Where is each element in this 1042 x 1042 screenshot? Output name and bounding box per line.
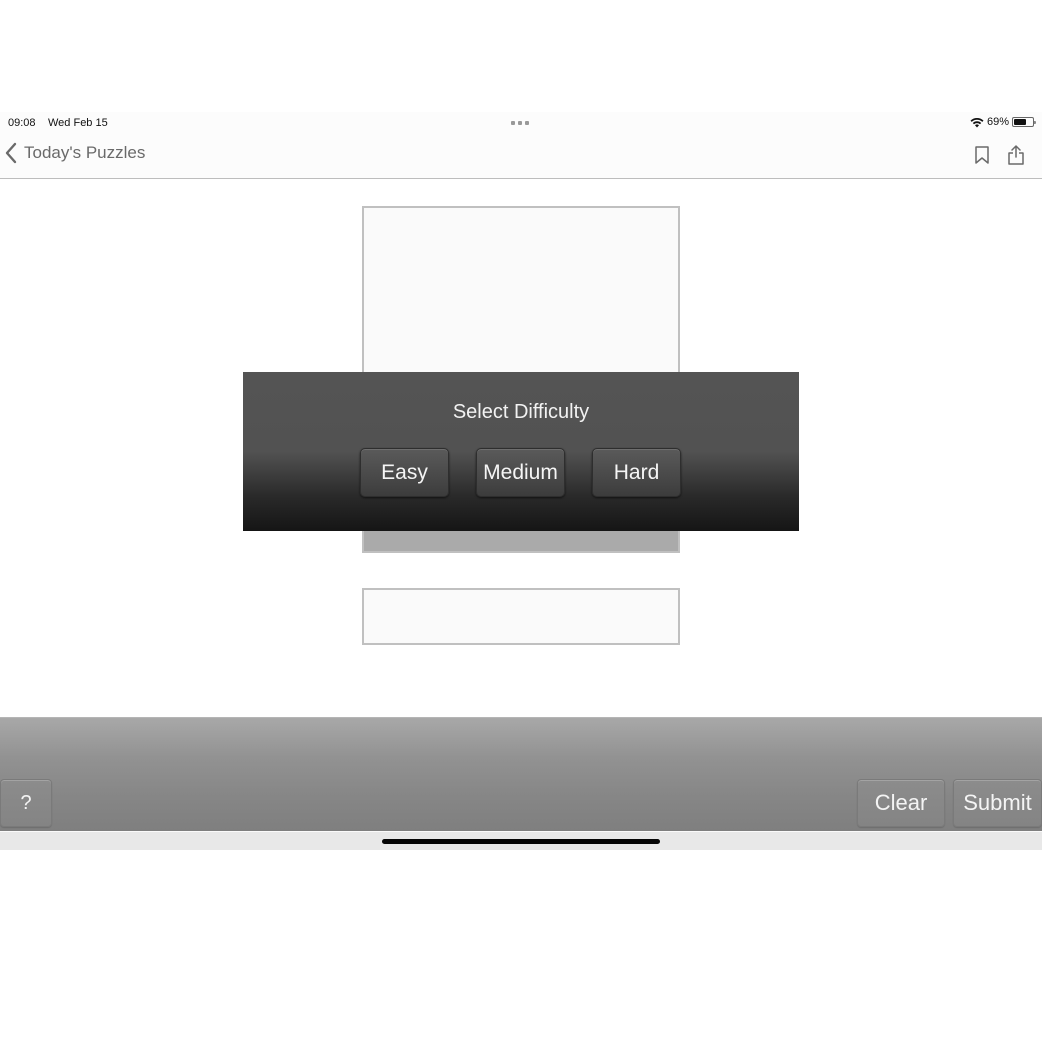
- battery-fill: [1014, 119, 1027, 125]
- status-bar: 09:08 Wed Feb 15 69%: [0, 112, 1042, 134]
- clear-button[interactable]: Clear: [857, 779, 945, 827]
- status-date: Wed Feb 15: [48, 117, 108, 129]
- status-indicators: 69%: [970, 116, 1036, 128]
- battery-percent: 69%: [986, 116, 1009, 128]
- easy-button[interactable]: Easy: [360, 448, 449, 497]
- medium-button[interactable]: Medium: [476, 448, 565, 497]
- battery-icon: [1012, 117, 1036, 127]
- nav-bar: Today's Puzzles: [0, 134, 1042, 179]
- home-indicator-area: [0, 831, 1042, 850]
- wifi-icon: [970, 117, 984, 127]
- share-icon[interactable]: [1006, 144, 1026, 166]
- bookmark-icon[interactable]: [972, 144, 992, 166]
- submit-button[interactable]: Submit: [953, 779, 1042, 827]
- chevron-left-icon: [5, 142, 17, 164]
- back-label: Today's Puzzles: [24, 143, 146, 162]
- multitask-dots-icon[interactable]: [511, 121, 529, 125]
- difficulty-dialog: Select Difficulty Easy Medium Hard: [243, 372, 799, 531]
- difficulty-title: Select Difficulty: [452, 401, 590, 423]
- help-button[interactable]: ?: [0, 779, 52, 827]
- bottom-toolbar: ? Clear Submit: [0, 717, 1042, 831]
- back-button[interactable]: Today's Puzzles: [4, 142, 145, 164]
- answer-field[interactable]: [362, 588, 680, 645]
- status-time: 09:08: [8, 117, 36, 129]
- hard-button[interactable]: Hard: [592, 448, 681, 497]
- home-indicator[interactable]: [382, 839, 660, 844]
